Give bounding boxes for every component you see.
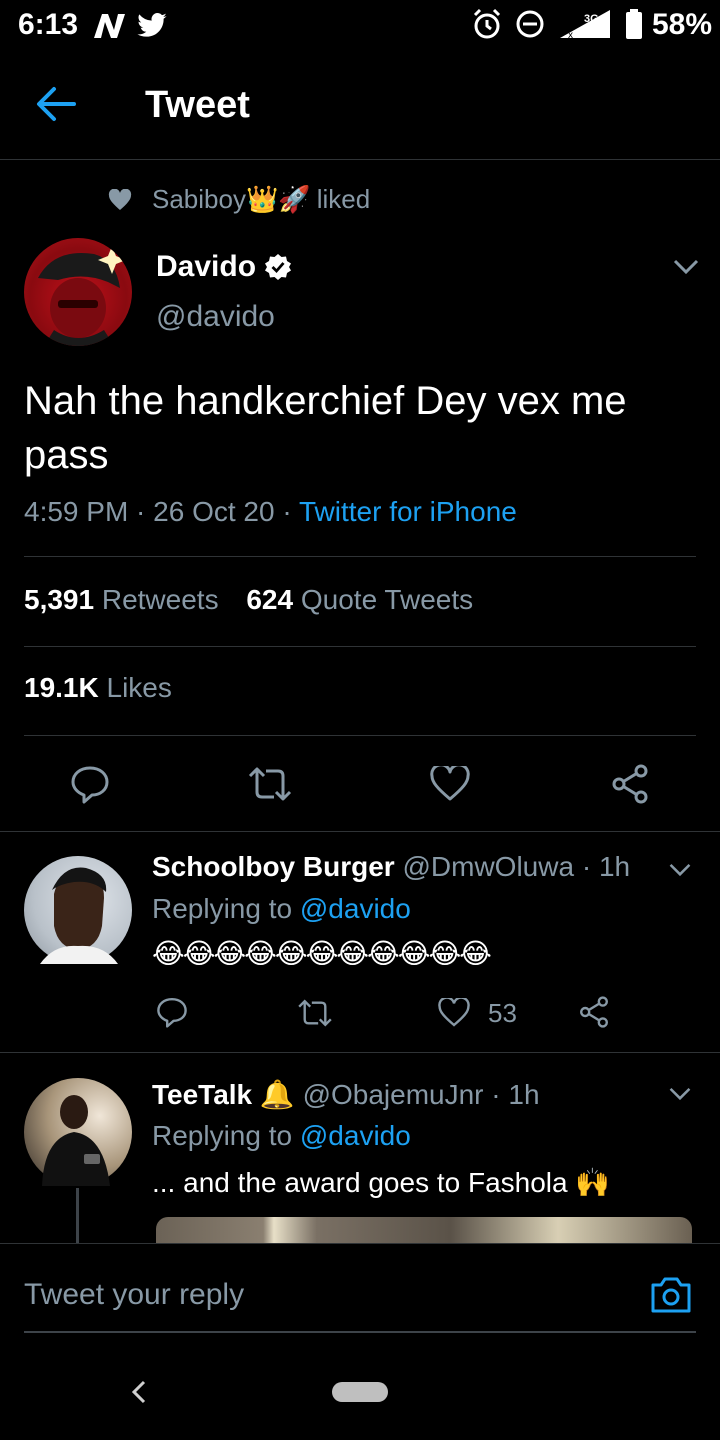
thread-line [76, 1188, 79, 1243]
back-arrow-icon[interactable] [36, 86, 76, 122]
likes-label: Likes [106, 672, 172, 703]
quotes-stat[interactable]: 624 Quote Tweets [246, 584, 473, 615]
avatar-image [42, 1095, 110, 1186]
chevron-down-icon[interactable] [668, 1086, 692, 1102]
bell-emoji: 🔔 [259, 1079, 295, 1110]
status-bar: 6:13 3G x 58% [0, 0, 720, 50]
reply-author-name[interactable]: TeeTalk [152, 1079, 252, 1110]
replying-to-link[interactable]: @davido [300, 893, 411, 924]
stats-divider [24, 646, 696, 647]
retweets-label: Retweets [101, 584, 219, 615]
chevron-down-icon[interactable] [668, 862, 692, 878]
tweet-text: Nah the handkerchief Dey vex me pass [24, 379, 627, 477]
header-divider [0, 159, 720, 160]
like-heart-icon[interactable] [430, 766, 470, 802]
tweet-divider [24, 556, 696, 557]
author-handle[interactable]: @davido [156, 300, 275, 334]
likes-count: 19.1K [24, 672, 99, 703]
reply-text: 😂😂😂😂😂😂😂😂😂😂😂 [152, 938, 492, 969]
reply-avatar[interactable] [24, 856, 132, 964]
retweet-icon[interactable] [246, 766, 294, 802]
replying-to: Replying to @davido [152, 1120, 411, 1152]
meta-separator: · [274, 496, 299, 527]
reply-header: TeeTalk 🔔 @ObajemuJnr · 1h [152, 1079, 540, 1110]
tweet-date: 26 Oct 20 [153, 496, 275, 527]
share-icon[interactable] [578, 996, 610, 1028]
reply-avatar[interactable] [24, 1078, 132, 1186]
replying-prefix: Replying to [152, 893, 293, 924]
do-not-disturb-icon [516, 10, 544, 38]
reply-icon[interactable] [70, 764, 110, 804]
reply-time: 1h [508, 1079, 540, 1110]
heart-filled-icon [108, 188, 132, 210]
chevron-down-icon[interactable] [672, 258, 700, 276]
author-avatar[interactable] [24, 238, 132, 346]
tweet-time: 4:59 PM [24, 496, 129, 527]
battery-percentage: 58% [652, 8, 713, 41]
quotes-count: 624 [246, 584, 294, 615]
avatar-image [38, 246, 126, 346]
status-time: 6:13 [18, 8, 79, 41]
n-app-icon [94, 14, 125, 38]
social-context-action: liked [316, 184, 371, 214]
like-heart-icon[interactable] [438, 998, 470, 1028]
retweet-icon[interactable] [296, 998, 334, 1028]
stats-retweets-quotes: 5,391 Retweets 624 Quote Tweets [24, 584, 473, 616]
reply-input-underline [24, 1331, 696, 1333]
svg-text:3G: 3G [584, 13, 599, 25]
social-context[interactable]: Sabiboy👑🚀 liked [108, 184, 370, 215]
signal-3g-icon: 3G x [560, 10, 610, 40]
reply-author-name[interactable]: Schoolboy Burger [152, 851, 395, 882]
retweets-count: 5,391 [24, 584, 95, 615]
replying-to-link[interactable]: @davido [300, 1120, 411, 1151]
reply-input[interactable]: Tweet your reply [24, 1278, 244, 1312]
avatar-image [40, 867, 118, 964]
author-name-text[interactable]: Davido [156, 250, 256, 284]
likes-divider [24, 735, 696, 736]
twitter-bird-icon [137, 13, 167, 37]
social-context-user[interactable]: Sabiboy👑🚀 [152, 184, 311, 215]
meta-separator: · [128, 496, 154, 527]
replying-to: Replying to @davido [152, 893, 411, 925]
retweets-stat[interactable]: 5,391 Retweets [24, 584, 219, 615]
reply-author-handle[interactable]: @ObajemuJnr [303, 1079, 484, 1110]
battery-icon [626, 9, 642, 39]
reply-icon[interactable] [156, 996, 188, 1028]
reply-author-handle[interactable]: @DmwOluwa [402, 851, 574, 882]
reply-header: Schoolboy Burger @DmwOluwa · 1h [152, 851, 631, 882]
svg-text:x: x [568, 30, 573, 40]
reply-like-count: 53 [488, 998, 517, 1028]
verified-badge-icon [265, 254, 292, 280]
reply-divider [0, 1052, 720, 1053]
actions-divider [0, 831, 720, 832]
replying-prefix: Replying to [152, 1120, 293, 1151]
share-icon[interactable] [610, 764, 650, 804]
reply-text: ... and the award goes to Fashola 🙌 [152, 1167, 611, 1198]
page-title: Tweet [145, 84, 250, 126]
nav-home-pill[interactable] [332, 1382, 388, 1402]
camera-icon[interactable] [650, 1274, 692, 1314]
reply-time: 1h [598, 851, 631, 882]
alarm-icon [473, 8, 501, 39]
author-name[interactable]: Davido [156, 250, 292, 284]
quotes-label: Quote Tweets [300, 584, 474, 615]
tweet-meta: 4:59 PM · 26 Oct 20 · Twitter for iPhone [24, 496, 517, 528]
nav-back-icon[interactable] [128, 1378, 150, 1406]
tweet-source-link[interactable]: Twitter for iPhone [299, 496, 517, 527]
likes-stat[interactable]: 19.1K Likes [24, 672, 172, 704]
